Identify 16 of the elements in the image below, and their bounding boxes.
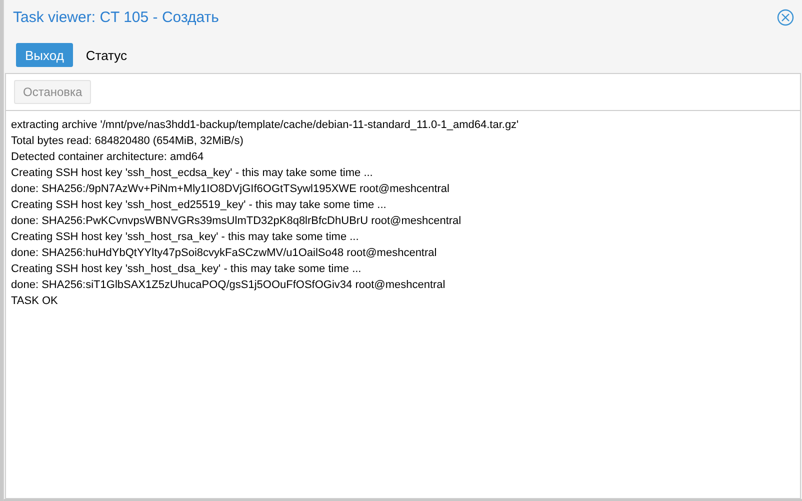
tab[interactable]: Статус xyxy=(76,43,136,67)
log-line: done: SHA256:/9pN7AzWv+PiNm+Mly1IO8DVjGIf6OGtTSywl195XWE root@meshcentral xyxy=(11,182,450,197)
log-line: Creating SSH host key 'ssh_host_rsa_key' - this may take some time ... xyxy=(11,230,360,245)
log-line: extracting archive '/mnt/pve/nas3hdd1-backup/template/cache/debian-11-standard_11.0-1_amd64.tar.gz' xyxy=(11,118,520,133)
log-line: Detected container architecture: amd64 xyxy=(11,150,205,165)
tab[interactable]: Выход xyxy=(16,43,73,67)
log-line: done: SHA256:PwKCvnvpsWBNVGRs39msUlmTD32pK8q8lrBfcDhUBrU root@meshcentral xyxy=(11,214,462,229)
log-line: Creating SSH host key 'ssh_host_ed25519_key' - this may take some time ... xyxy=(11,198,388,213)
log-line: Creating SSH host key 'ssh_host_ecdsa_key' - this may take some time ... xyxy=(11,166,374,181)
log-line: Total bytes read: 684820480 (654MiB, 32MiB/s) xyxy=(11,134,244,149)
log-line: done: SHA256:huHdYbQtYYlty47pSoi8cvykFaSCzwMV/u1OailSo48 root@meshcentral xyxy=(11,246,438,261)
log-line: done: SHA256:siT1GlbSAX1Z5zUhucaPOQ/gsS1j5OOuFfOSfOGiv34 root@meshcentral xyxy=(11,278,446,293)
log-line: TASK OK xyxy=(11,294,59,309)
log-line: Creating SSH host key 'ssh_host_dsa_key' - this may take some time ... xyxy=(11,262,362,277)
window-title: Task viewer: CT 105 - Создать xyxy=(13,9,220,26)
close-icon[interactable] xyxy=(777,9,794,26)
